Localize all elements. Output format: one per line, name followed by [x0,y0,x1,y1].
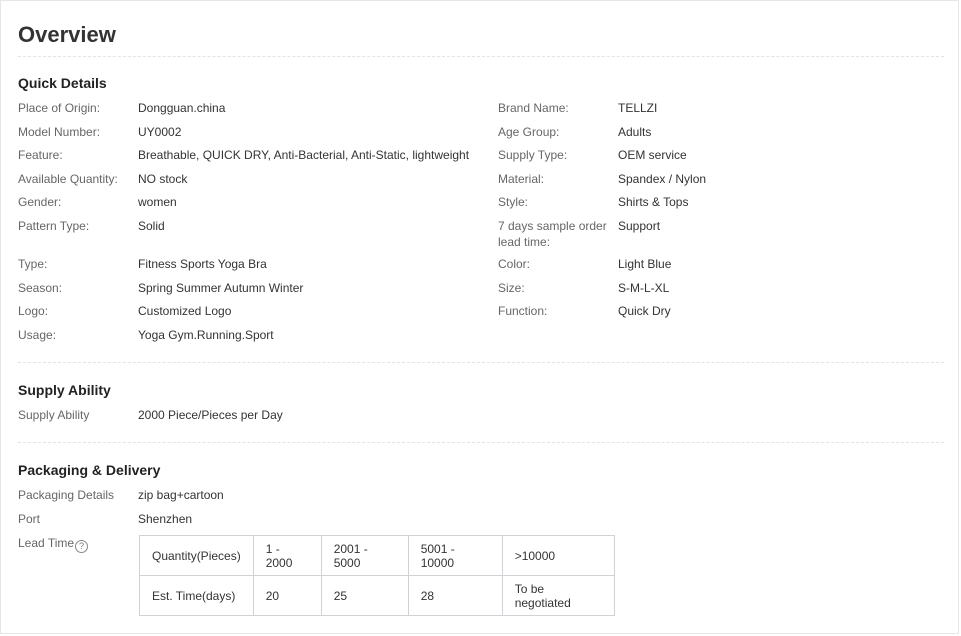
time-cell: 25 [320,575,409,616]
supply-ability-label: Supply Ability [18,408,90,422]
detail-value: Shirts & Tops [618,195,689,209]
detail-label: Available Quantity: [18,172,118,186]
detail-label: Color: [498,257,531,271]
time-cell: 28 [407,575,503,616]
question-circle-icon[interactable]: ? [75,540,89,553]
overview-panel: Overview Quick Details Place of Origin: … [0,0,959,634]
page-title: Overview [18,22,116,47]
time-header-cell: Est. Time(days) [139,575,254,616]
detail-value: UY0002 [138,125,182,139]
detail-label: Style: [498,195,529,209]
lead-time-text: Lead Time [18,536,75,550]
detail-value: Light Blue [618,257,672,271]
detail-value: Adults [618,125,652,139]
detail-value: Fitness Sports Yoga Bra [138,257,267,271]
detail-label: Gender: [18,195,62,209]
detail-value: women [138,195,177,209]
detail-label: 7 days sample order lead time: [498,219,607,249]
supply-ability-heading: Supply Ability [18,382,111,398]
quantity-cell: 2001 - 5000 [320,535,409,576]
detail-value: OEM service [618,148,687,162]
quantity-header-cell: Quantity(Pieces) [139,535,254,576]
packaging-details-label: Packaging Details [18,488,115,502]
section-divider [18,362,944,363]
detail-value: Support [618,219,661,233]
detail-value: Yoga Gym.Running.Sport [138,328,274,342]
quantity-cell: 1 - 2000 [252,535,322,576]
detail-label: Age Group: [498,125,560,139]
detail-value: Quick Dry [618,304,671,318]
detail-value: Spandex / Nylon [618,172,707,186]
detail-value: Breathable, QUICK DRY, Anti-Bacterial, A… [138,148,470,162]
table-row: Quantity(Pieces) 1 - 2000 2001 - 5000 50… [139,535,615,576]
detail-label: Logo: [18,304,49,318]
detail-label: Model Number: [18,125,101,139]
detail-value: Dongguan.china [138,101,226,115]
detail-label: Brand Name: [498,101,569,115]
lead-time-label: Lead Time? [18,535,133,553]
detail-value: Customized Logo [138,304,232,318]
supply-ability-value: 2000 Piece/Pieces per Day [138,408,283,422]
section-divider [18,442,944,443]
detail-label: Function: [498,304,548,318]
quantity-cell: 5001 - 10000 [407,535,503,576]
detail-label: Place of Origin: [18,101,101,115]
detail-label: Feature: [18,148,63,162]
detail-label: Type: [18,257,48,271]
detail-value: Spring Summer Autumn Winter [138,281,304,295]
packaging-details-value: zip bag+cartoon [138,488,224,502]
title-divider [18,56,944,57]
quantity-cell: >10000 [501,535,615,576]
port-label: Port [18,512,41,526]
table-row: Est. Time(days) 20 25 28 To be negotiate… [139,575,615,616]
detail-label: Size: [498,281,525,295]
time-cell: 20 [252,575,322,616]
detail-label: Supply Type: [498,148,568,162]
detail-value: NO stock [138,172,188,186]
quick-details-heading: Quick Details [18,75,107,91]
detail-value: TELLZI [618,101,658,115]
detail-label: Material: [498,172,545,186]
lead-time-table: Quantity(Pieces) 1 - 2000 2001 - 5000 50… [139,535,615,616]
packaging-heading: Packaging & Delivery [18,462,161,478]
detail-label: Usage: [18,328,57,342]
detail-value: Solid [138,219,165,233]
time-cell: To be negotiated [501,575,615,616]
port-value: Shenzhen [138,512,193,526]
detail-value: S-M-L-XL [618,281,670,295]
detail-label: Season: [18,281,63,295]
detail-label: Pattern Type: [18,219,90,233]
